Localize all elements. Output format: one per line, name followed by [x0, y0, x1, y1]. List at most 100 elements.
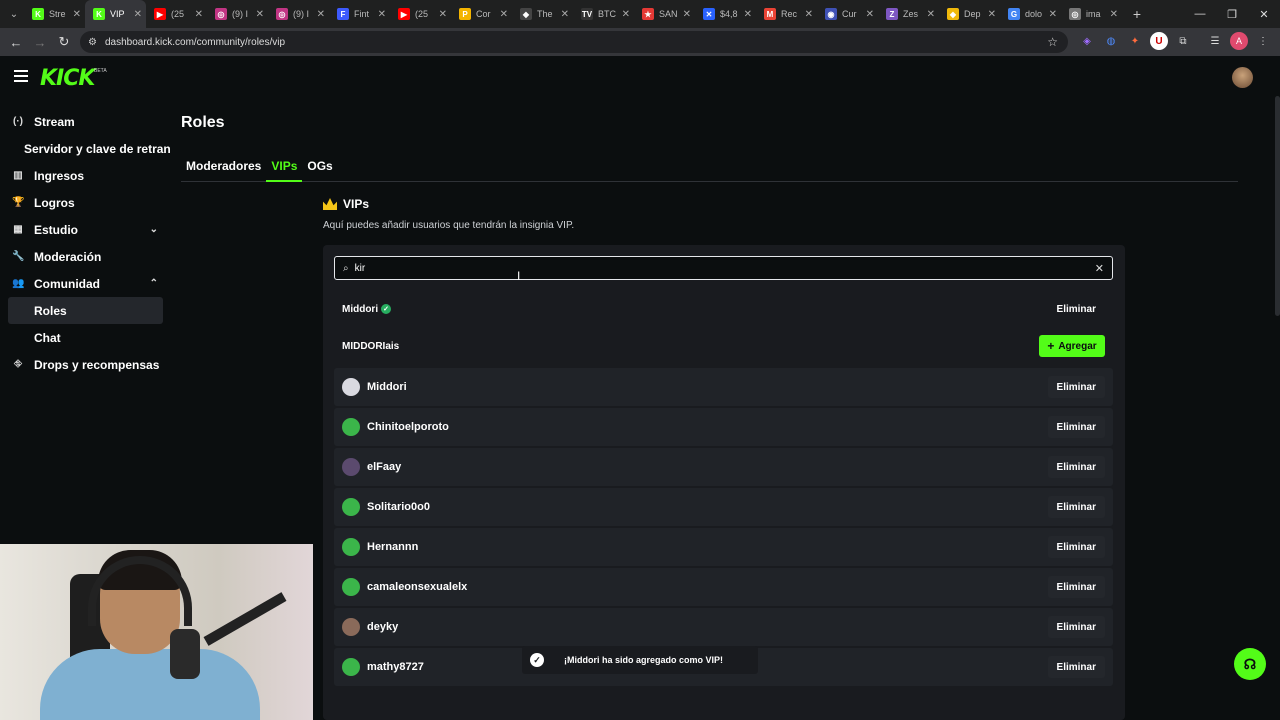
browser-tab[interactable]: M Rec ✕: [756, 0, 817, 28]
bookmark-star-icon[interactable]: ☆: [1047, 35, 1058, 49]
sidebar-item[interactable]: (·) Stream: [0, 108, 170, 135]
vip-row: Middori Eliminar: [334, 368, 1113, 406]
browser-tab[interactable]: ◎ (9) I ✕: [207, 0, 268, 28]
browser-tab[interactable]: P Cor ✕: [451, 0, 512, 28]
browser-tab[interactable]: ✕ $4,8 ✕: [695, 0, 756, 28]
address-bar[interactable]: ⚙ dashboard.kick.com/community/roles/vip…: [80, 31, 1068, 53]
tab-close-icon[interactable]: ✕: [317, 9, 325, 20]
tab-close-icon[interactable]: ✕: [561, 9, 569, 20]
browser-tab[interactable]: TV BTC ✕: [573, 0, 634, 28]
tab-close-icon[interactable]: ✕: [134, 9, 142, 20]
remove-vip-button[interactable]: Eliminar: [1047, 576, 1105, 598]
remove-vip-button[interactable]: Eliminar: [1047, 616, 1105, 638]
chevron-icon[interactable]: ⌄: [150, 224, 158, 235]
remove-vip-button[interactable]: Eliminar: [1047, 376, 1105, 398]
search-result-row: MIDDORIais + Agregar: [334, 331, 1113, 361]
sidebar-item[interactable]: 🔧 Moderación: [0, 243, 170, 270]
tab-favicon-icon: ▶: [398, 8, 410, 20]
back-icon[interactable]: ←: [4, 30, 28, 54]
extension-icon[interactable]: ✦: [1126, 32, 1144, 50]
tab-close-icon[interactable]: ✕: [988, 9, 996, 20]
close-window-icon[interactable]: ✕: [1248, 0, 1280, 28]
browser-tab[interactable]: ◉ Cur ✕: [817, 0, 878, 28]
reading-list-icon[interactable]: ☰: [1206, 32, 1224, 50]
browser-tab[interactable]: K VIP ✕: [85, 0, 146, 28]
chevron-icon[interactable]: ⌃: [150, 278, 158, 289]
browser-tab[interactable]: Z Zes ✕: [878, 0, 939, 28]
mic-arm: [203, 592, 287, 646]
new-tab-button[interactable]: +: [1126, 6, 1148, 22]
help-headset-icon[interactable]: ☊: [1234, 648, 1266, 680]
url-text[interactable]: dashboard.kick.com/community/roles/vip: [105, 37, 1047, 48]
tab-close-icon[interactable]: ✕: [866, 9, 874, 20]
restore-icon[interactable]: ❐: [1216, 0, 1248, 28]
tab-favicon-icon: P: [459, 8, 471, 20]
more-menu-icon[interactable]: ⋮: [1254, 32, 1272, 50]
tab-close-icon[interactable]: ✕: [195, 9, 203, 20]
sidebar-item[interactable]: Chat: [0, 324, 170, 351]
tab-close-icon[interactable]: ✕: [805, 9, 813, 20]
browser-tab[interactable]: ▶ (25 ✕: [390, 0, 451, 28]
browser-tab[interactable]: ◆ The ✕: [512, 0, 573, 28]
sidebar-item[interactable]: Roles: [8, 297, 163, 324]
role-tab[interactable]: OGs: [302, 158, 337, 182]
vip-username: Chinitoelporoto: [367, 421, 449, 433]
sidebar-item[interactable]: Servidor y clave de retransmisión: [0, 135, 170, 162]
top-nav: KICK BETA: [0, 56, 1280, 100]
sidebar-item[interactable]: ▦ Estudio ⌄: [0, 216, 170, 243]
search-input[interactable]: ⌕ kir ✕: [334, 256, 1113, 280]
extension-icon[interactable]: ◈: [1078, 32, 1096, 50]
tab-close-icon[interactable]: ✕: [622, 9, 630, 20]
browser-tab[interactable]: ◆ Dep ✕: [939, 0, 1000, 28]
remove-vip-button[interactable]: Eliminar: [1047, 496, 1105, 518]
search-value[interactable]: kir: [355, 263, 1095, 274]
tab-close-icon[interactable]: ✕: [927, 9, 935, 20]
scrollbar[interactable]: [1275, 96, 1280, 316]
forward-icon[interactable]: →: [28, 30, 52, 54]
site-info-icon[interactable]: ⚙: [88, 37, 97, 48]
tab-close-icon[interactable]: ✕: [500, 9, 508, 20]
browser-tab[interactable]: ◎ ima ✕: [1061, 0, 1122, 28]
extension-u-icon[interactable]: U: [1150, 32, 1168, 50]
page-title: Roles: [181, 114, 225, 131]
role-tab[interactable]: VIPs: [266, 158, 303, 182]
remove-vip-button[interactable]: Eliminar: [1048, 298, 1105, 320]
add-vip-button[interactable]: + Agregar: [1039, 335, 1105, 357]
tab-close-icon[interactable]: ✕: [744, 9, 752, 20]
profile-avatar[interactable]: A: [1230, 32, 1248, 50]
browser-tab[interactable]: ★ SAN ✕: [634, 0, 695, 28]
remove-vip-button[interactable]: Eliminar: [1047, 416, 1105, 438]
tab-label: (25: [415, 9, 429, 19]
user-avatar[interactable]: [1232, 67, 1253, 88]
browser-tab[interactable]: K Stre ✕: [24, 0, 85, 28]
tab-close-icon[interactable]: ✕: [73, 9, 81, 20]
browser-tab[interactable]: F Fint ✕: [329, 0, 390, 28]
puzzle-icon[interactable]: ⧉: [1174, 32, 1192, 50]
sidebar-item[interactable]: ⛗ Drops y recompensas: [0, 351, 170, 378]
remove-vip-button[interactable]: Eliminar: [1047, 456, 1105, 478]
minimize-icon[interactable]: —: [1184, 0, 1216, 28]
tab-close-icon[interactable]: ✕: [378, 9, 386, 20]
sidebar-item[interactable]: 🏆 Logros: [0, 189, 170, 216]
clear-search-icon[interactable]: ✕: [1095, 262, 1104, 275]
remove-vip-button[interactable]: Eliminar: [1047, 536, 1105, 558]
kick-logo[interactable]: KICK: [40, 66, 95, 91]
extension-icon[interactable]: ◍: [1102, 32, 1120, 50]
reload-icon[interactable]: ↻: [52, 30, 76, 54]
tab-close-icon[interactable]: ✕: [1049, 9, 1057, 20]
browser-tab[interactable]: Gdolo ✕: [1000, 0, 1061, 28]
sidebar-item[interactable]: 👥 Comunidad ⌃: [0, 270, 170, 297]
tab-close-icon[interactable]: ✕: [1110, 9, 1118, 20]
tab-close-icon[interactable]: ✕: [683, 9, 691, 20]
tab-favicon-icon: K: [93, 8, 105, 20]
hamburger-menu-icon[interactable]: [14, 70, 28, 82]
sidebar-item[interactable]: ▥ Ingresos: [0, 162, 170, 189]
tab-close-icon[interactable]: ✕: [439, 9, 447, 20]
browser-tab[interactable]: ▶ (25 ✕: [146, 0, 207, 28]
browser-tab[interactable]: ◎ (9) I ✕: [268, 0, 329, 28]
remove-vip-button[interactable]: Eliminar: [1047, 656, 1105, 678]
role-tab[interactable]: Moderadores: [181, 158, 266, 182]
tab-close-icon[interactable]: ✕: [256, 9, 264, 20]
tab-favicon-icon: ◉: [825, 8, 837, 20]
tab-search-chevron-icon[interactable]: ⌄: [4, 4, 24, 24]
